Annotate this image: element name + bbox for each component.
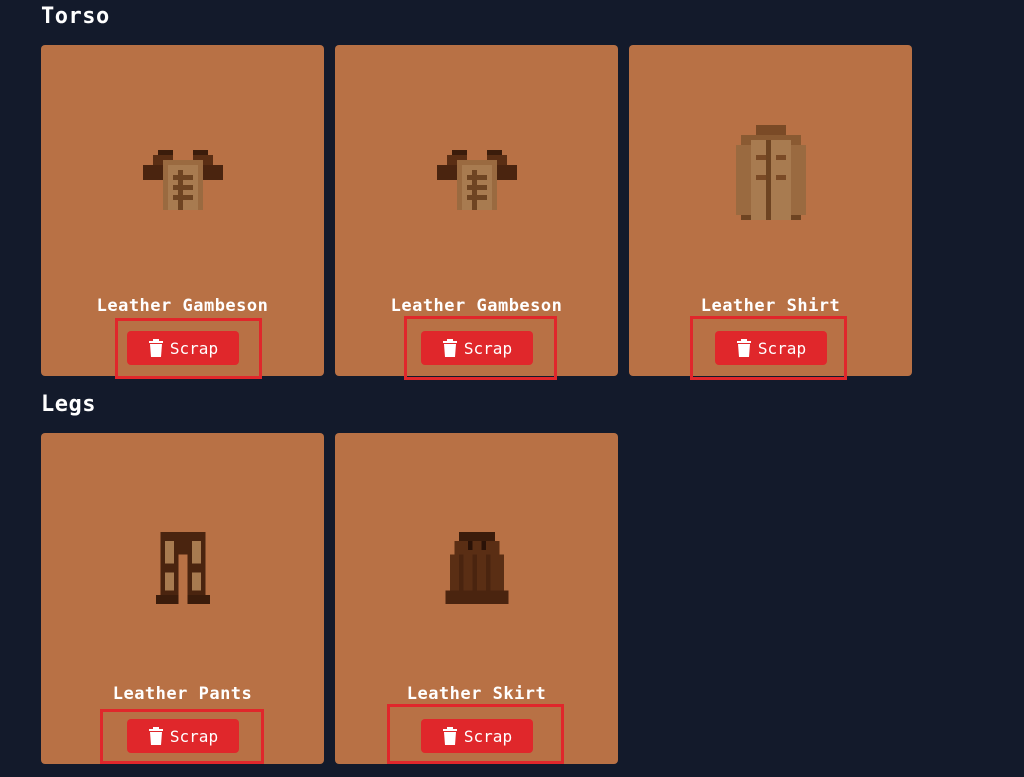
scrap-button[interactable]: Scrap bbox=[715, 331, 827, 365]
scrap-button-label: Scrap bbox=[463, 726, 513, 746]
item-name: Leather Skirt bbox=[406, 684, 547, 704]
item-card-leather-skirt: Leather Skirt Scrap bbox=[335, 433, 618, 764]
scrap-button-label: Scrap bbox=[463, 338, 513, 358]
item-card-leather-gambeson: Leather Gambeson Scrap bbox=[335, 45, 618, 376]
item-name: Leather Gambeson bbox=[96, 296, 269, 316]
leather-pants-icon bbox=[41, 518, 324, 618]
item-name: Leather Pants bbox=[112, 684, 253, 704]
scrap-button-label: Scrap bbox=[757, 338, 807, 358]
scrap-button-label: Scrap bbox=[169, 726, 219, 746]
section-title-legs: Legs bbox=[41, 392, 96, 417]
item-card-leather-shirt: Leather Shirt Scrap bbox=[629, 45, 912, 376]
trash-icon bbox=[736, 339, 751, 357]
scrap-button[interactable]: Scrap bbox=[127, 719, 239, 753]
leather-shirt-icon bbox=[629, 125, 912, 225]
trash-icon bbox=[442, 727, 457, 745]
section-title-torso: Torso bbox=[41, 4, 110, 29]
item-name: Leather Gambeson bbox=[390, 296, 563, 316]
scrap-button[interactable]: Scrap bbox=[127, 331, 239, 365]
scrap-button-label: Scrap bbox=[169, 338, 219, 358]
trash-icon bbox=[148, 339, 163, 357]
item-name: Leather Shirt bbox=[700, 296, 841, 316]
trash-icon bbox=[148, 727, 163, 745]
scrap-button[interactable]: Scrap bbox=[421, 331, 533, 365]
trash-icon bbox=[442, 339, 457, 357]
leather-skirt-icon bbox=[335, 518, 618, 618]
leather-gambeson-icon bbox=[41, 130, 324, 230]
leather-gambeson-icon bbox=[335, 130, 618, 230]
scrap-button[interactable]: Scrap bbox=[421, 719, 533, 753]
item-card-leather-gambeson: Leather Gambeson Scrap bbox=[41, 45, 324, 376]
item-card-leather-pants: Leather Pants Scrap bbox=[41, 433, 324, 764]
